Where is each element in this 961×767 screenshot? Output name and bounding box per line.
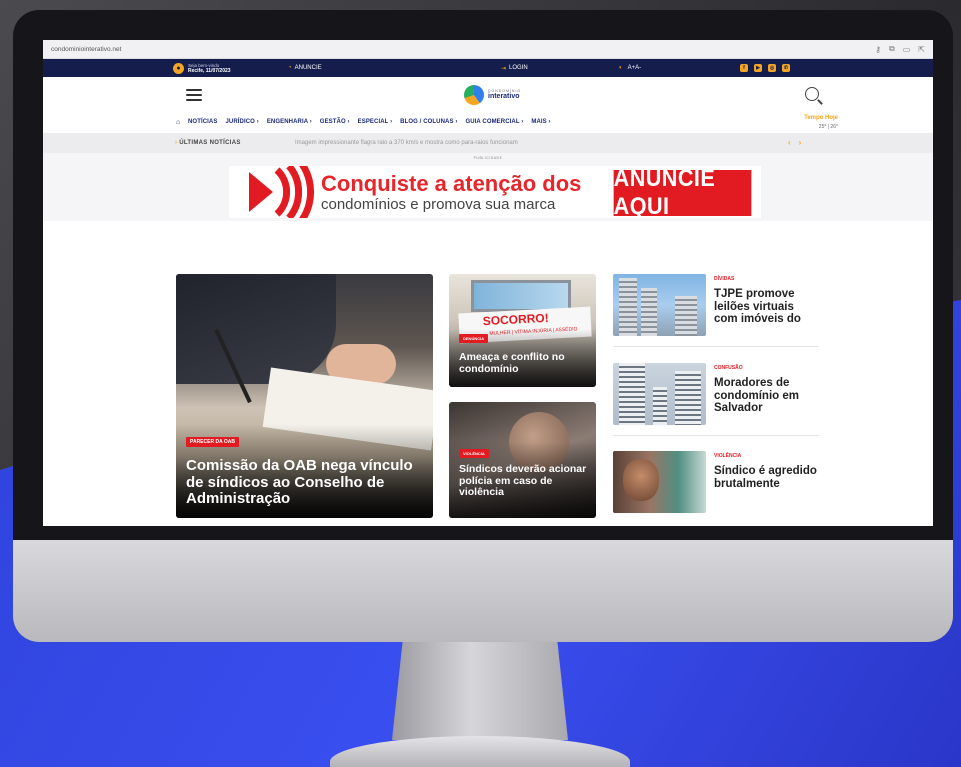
megaphone-icon: ◔ <box>288 65 292 71</box>
face-shape <box>623 459 659 501</box>
window-shape <box>471 280 571 312</box>
welcome-location: ● Seja bem-vindo Recife, 11/07/2023 <box>173 62 231 74</box>
ad-subtitle: condomínios e promova sua marca <box>321 196 556 213</box>
weather-label: Tempo Hoje <box>804 115 838 121</box>
login-link[interactable]: ⇥ LOGIN <box>501 65 528 72</box>
weather-widget: Tempo Hoje 25° | 26° <box>778 115 838 130</box>
news-grid: PARECER DA OAB Comissão da OAB nega vínc… <box>43 274 933 526</box>
divider <box>613 435 819 436</box>
copy-icon[interactable]: ⧉ <box>889 44 895 54</box>
sidebar-title[interactable]: Síndico é agredido brutalmente <box>714 465 819 490</box>
monitor-chin <box>13 540 953 642</box>
ticker-label: › ÚLTIMAS NOTÍCIAS <box>175 140 241 146</box>
top-bar: ● Seja bem-vindo Recife, 11/07/2023 ◔ AN… <box>43 59 933 77</box>
instagram-icon[interactable]: ◎ <box>768 64 776 72</box>
article-thumbnail[interactable] <box>613 274 706 336</box>
share-icon[interactable]: ⇱ <box>918 45 925 54</box>
ad-area: PUBLICIDADE Conquiste a atenção dos cond… <box>43 153 933 221</box>
category-badge[interactable]: PARECER DA OAB <box>186 437 240 447</box>
nav-item-especial[interactable]: ESPECIAL › <box>358 119 393 125</box>
sidebar-article[interactable]: VIOLÊNCIA Síndico é agredido brutalmente <box>613 451 819 525</box>
article-thumbnail[interactable] <box>613 451 706 513</box>
article-title[interactable]: Ameaça e conflito no condomínio <box>459 351 589 375</box>
ad-signal-graphic <box>249 166 315 218</box>
search-icon[interactable] <box>805 87 819 101</box>
featured-article[interactable]: PARECER DA OAB Comissão da OAB nega vínc… <box>176 274 433 518</box>
logo-mark <box>464 85 484 105</box>
ad-banner[interactable]: Conquiste a atenção dos condomínios e pr… <box>229 166 761 218</box>
nav-item-juridico[interactable]: JURÍDICO › <box>225 119 258 125</box>
whatsapp-icon[interactable]: ✆ <box>782 64 790 72</box>
site-logo[interactable]: CONDOMÍNIO interativo <box>464 85 521 105</box>
divider <box>613 346 819 347</box>
menu-icon[interactable] <box>186 89 202 101</box>
sidebar-title[interactable]: Moradores de condomínio em Salvador <box>714 377 819 415</box>
chevron-left-icon[interactable]: ‹ <box>788 138 791 147</box>
sidebar-category[interactable]: VIOLÊNCIA <box>714 453 741 459</box>
ad-label: PUBLICIDADE <box>473 156 503 160</box>
article-title[interactable]: Síndicos deverão acionar polícia em caso… <box>459 463 594 499</box>
nav-item-noticias[interactable]: NOTÍCIAS <box>188 119 217 125</box>
accessibility-controls: ◑ A+A- <box>618 65 641 71</box>
address-bar[interactable]: condominiointerativo.net <box>51 46 867 53</box>
home-icon[interactable]: ⌂ <box>176 119 180 126</box>
anuncie-label: ANUNCIE <box>294 65 322 71</box>
ad-title: Conquiste a atenção dos <box>321 171 582 196</box>
chevron-right-icon[interactable]: › <box>799 138 802 147</box>
nav-item-mais[interactable]: MAIS › <box>531 119 550 125</box>
font-size-toggle[interactable]: A+A- <box>628 65 642 71</box>
article-title[interactable]: Comissão da OAB nega vínculo de síndicos… <box>186 457 426 508</box>
login-icon: ⇥ <box>501 65 507 72</box>
category-badge[interactable]: DENÚNCIA <box>459 334 489 343</box>
article-thumbnail[interactable] <box>613 363 706 425</box>
ticker-headline[interactable]: Imagem impressionante flagra raio a 370 … <box>295 140 518 146</box>
nav-item-guia-comercial[interactable]: GUIA COMERCIAL › <box>465 119 523 125</box>
anuncie-link[interactable]: ◔ ANUNCIE <box>288 65 322 71</box>
news-ticker: › ÚLTIMAS NOTÍCIAS Imagem impressionante… <box>43 133 933 153</box>
sidebar-category[interactable]: DÍVIDAS <box>714 276 734 282</box>
browser-chrome: condominiointerativo.net ⚷ ⧉ ▭ ⇱ <box>43 40 933 59</box>
main-nav: ⌂ NOTÍCIAS JURÍDICO › ENGENHARIA › GESTÃ… <box>43 115 933 131</box>
suit-shape <box>176 274 336 384</box>
weather-value: 25° | 26° <box>818 124 838 130</box>
monitor-screen: condominiointerativo.net ⚷ ⧉ ▭ ⇱ ● Seja … <box>43 40 933 526</box>
sign-text: SOCORRO! <box>482 310 550 329</box>
youtube-icon[interactable]: ▶ <box>754 64 762 72</box>
nav-item-blog-colunas[interactable]: BLOG / COLUNAS › <box>400 119 457 125</box>
facebook-icon[interactable]: f <box>740 64 748 72</box>
chevron-right-icon: › <box>175 140 178 146</box>
article-card[interactable]: SOCORRO! MULHER | VÍTIMA INJÚRIA | ASSÉD… <box>449 274 596 387</box>
key-icon[interactable]: ⚷ <box>875 45 881 54</box>
sidebar-article[interactable]: CONFUSÃO Moradores de condomínio em Salv… <box>613 363 819 437</box>
sidebar-title[interactable]: TJPE promove leilões virtuais com imóvei… <box>714 288 819 326</box>
logo-line2: interativo <box>488 93 520 101</box>
location-date: Recife, 11/07/2023 <box>188 67 231 74</box>
ticker-label-text: ÚLTIMAS NOTÍCIAS <box>179 140 241 146</box>
location-pin-icon: ● <box>173 62 184 74</box>
window-icon[interactable]: ▭ <box>903 45 911 54</box>
sidebar-category[interactable]: CONFUSÃO <box>714 365 743 371</box>
monitor-stand <box>392 642 568 740</box>
social-links: f ▶ ◎ ✆ <box>740 64 790 72</box>
contrast-icon[interactable]: ◑ <box>618 65 622 71</box>
sidebar-article[interactable]: DÍVIDAS TJPE promove leilões virtuais co… <box>613 274 819 348</box>
article-card[interactable]: VIOLÊNCIA Síndicos deverão acionar políc… <box>449 402 596 518</box>
category-badge[interactable]: VIOLÊNCIA <box>459 449 489 458</box>
ad-cta-button[interactable]: ANUNCIE AQUI <box>613 166 752 218</box>
site-header: CONDOMÍNIO interativo <box>43 77 933 115</box>
nav-item-gestao[interactable]: GESTÃO › <box>320 119 350 125</box>
nav-item-engenharia[interactable]: ENGENHARIA › <box>267 119 312 125</box>
login-label: LOGIN <box>509 65 528 71</box>
